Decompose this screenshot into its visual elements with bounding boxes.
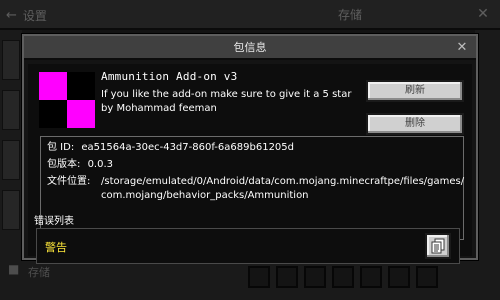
file-location-value: /storage/emulated/0/Android/data/com.moj…: [101, 176, 465, 201]
pack-icon-cell: [67, 100, 95, 128]
pack-id-row: 包 ID: ea51564a-30ec-43d7-860f-6a689b6120…: [47, 141, 294, 155]
dialog-header: 包信息 ✕: [24, 36, 476, 60]
pack-description: If you like the add-on make sure to give…: [101, 89, 352, 114]
pack-version-row: 包版本: 0.0.3: [47, 158, 113, 172]
pack-version-label: 包版本:: [47, 159, 81, 170]
error-list-panel: 警告: [36, 228, 460, 264]
pack-version-value: 0.0.3: [87, 159, 114, 170]
pack-info-dialog: 包信息 ✕ Ammunition Add-on v3 If you like t…: [21, 33, 479, 264]
close-icon[interactable]: ✕: [454, 39, 470, 57]
delete-button[interactable]: 删除: [366, 113, 464, 135]
pack-icon: [39, 72, 95, 128]
copy-button[interactable]: [425, 233, 451, 259]
pack-details-box: 包 ID: ea51564a-30ec-43d7-860f-6a689b6120…: [40, 136, 464, 240]
pack-icon-cell: [39, 100, 67, 128]
pack-icon-cell: [67, 72, 95, 100]
copy-icon: [431, 238, 445, 254]
error-list-heading: 错误列表: [34, 216, 74, 227]
pack-id-label: 包 ID:: [47, 142, 75, 153]
pack-icon-cell: [39, 72, 67, 100]
refresh-button[interactable]: 刷新: [366, 80, 464, 102]
pack-name: Ammunition Add-on v3: [101, 70, 238, 83]
pack-id-value: ea51564a-30ec-43d7-860f-6a689b61205d: [81, 142, 294, 153]
warning-label: 警告: [45, 241, 67, 254]
dialog-title: 包信息: [233, 41, 267, 54]
file-location-label: 文件位置:: [47, 176, 91, 187]
